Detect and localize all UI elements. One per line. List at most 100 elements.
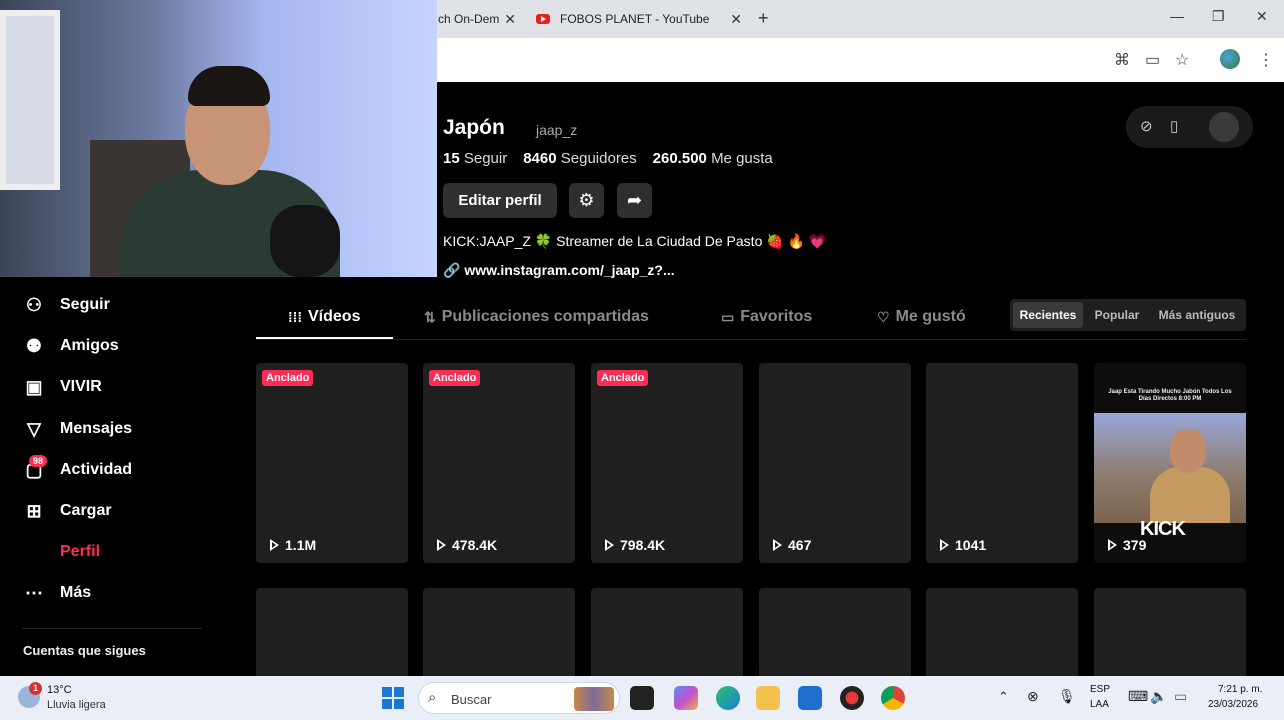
search-placeholder: Buscar <box>451 692 492 707</box>
sidebar-item-amigos[interactable]: ⚉ Amigos <box>22 331 119 361</box>
play-icon <box>940 539 949 551</box>
tabs-divider <box>256 339 1246 340</box>
sidebar-item-mas[interactable]: ⋯ Más <box>22 578 91 608</box>
video-card[interactable] <box>1094 588 1246 678</box>
video-card[interactable]: 467 <box>759 363 911 563</box>
weather-description[interactable]: Lluvia ligera <box>47 699 106 711</box>
share-button[interactable]: ➦ <box>617 183 652 218</box>
address-bar[interactable] <box>437 44 1097 76</box>
windows-taskbar: 1 13°C Lluvia ligera ⌕ Buscar ⌃ ⊗ 🎙 ESP … <box>0 676 1284 720</box>
video-card[interactable]: Jaap Esta Tirando Mucho Jabón Todos Los … <box>1094 363 1246 563</box>
edge-icon[interactable] <box>716 686 740 710</box>
follow-icon: ⚇ <box>25 294 43 315</box>
webcam-person-hair <box>188 66 270 106</box>
tab-label: ch On-Dem <box>438 12 500 26</box>
play-icon <box>437 539 446 551</box>
browser-menu-icon[interactable]: ⋮ <box>1258 50 1274 70</box>
obs-icon[interactable] <box>840 686 864 710</box>
task-view-icon[interactable] <box>630 686 654 710</box>
minimize-button[interactable]: — <box>1170 8 1184 24</box>
keyboard-layout[interactable]: LAA <box>1090 699 1109 710</box>
close-window-button[interactable]: ✕ <box>1256 8 1268 25</box>
sidebar-item-cargar[interactable]: ⊞ Cargar <box>22 496 111 526</box>
file-explorer-icon[interactable] <box>756 686 780 710</box>
sidebar-item-label: Actividad <box>60 461 133 478</box>
thumbnail-person-face <box>1170 429 1206 473</box>
tab-favorites[interactable]: ▭ Favoritos <box>721 308 812 326</box>
copilot-icon[interactable] <box>674 686 698 710</box>
browser-tab-twitch[interactable]: ch On-Dem ✕ <box>438 6 516 32</box>
chrome-icon[interactable] <box>881 686 905 710</box>
user-avatar[interactable] <box>1209 112 1239 142</box>
sidebar-item-label: Amigos <box>60 337 119 354</box>
thumbnail-brand-logo: KICK <box>1140 518 1186 540</box>
video-card[interactable]: Anclado 478.4K <box>423 363 575 563</box>
youtube-icon <box>536 14 550 24</box>
microsoft-store-icon[interactable] <box>798 686 822 710</box>
tab-label: FOBOS PLANET - YouTube <box>560 12 710 26</box>
view-count: 379 <box>1108 537 1146 553</box>
tab-liked[interactable]: ♡ Me gustó <box>877 308 966 326</box>
video-card[interactable]: 1041 <box>926 363 1078 563</box>
bookmark-icon: ▭ <box>721 308 735 325</box>
followers-stat[interactable]: 8460 Seguidores <box>523 150 636 167</box>
battery-icon[interactable]: ▭ <box>1174 688 1187 705</box>
browser-profile-avatar[interactable] <box>1220 49 1240 69</box>
coins-icon[interactable]: ⊘ <box>1140 117 1153 135</box>
sidebar-item-label: Más <box>60 584 92 601</box>
windows-start-icon[interactable] <box>382 687 404 709</box>
microphone-icon[interactable]: 🎙 <box>1058 688 1076 705</box>
close-tab-icon[interactable]: ✕ <box>504 11 516 28</box>
video-card[interactable]: Anclado 1.1M <box>256 363 408 563</box>
cast-icon[interactable]: ▭ <box>1145 50 1160 70</box>
browser-tab-youtube[interactable]: FOBOS PLANET - YouTube ✕ <box>536 6 742 32</box>
webcam-microphone <box>270 205 340 277</box>
search-highlight-image <box>574 687 614 711</box>
bookmark-star-icon[interactable]: ☆ <box>1175 50 1189 70</box>
new-tab-button[interactable]: + <box>758 8 769 29</box>
sort-oldest-button[interactable]: Más antiguos <box>1151 302 1243 328</box>
clock-date[interactable]: 23/03/2026 <box>1208 699 1258 710</box>
device-icon[interactable]: ▯ <box>1170 117 1178 135</box>
messages-icon: ▽ <box>27 418 41 439</box>
pinned-badge: Anclado <box>429 370 481 386</box>
edit-profile-button[interactable]: Editar perfil <box>443 183 557 218</box>
sidebar-item-vivir[interactable]: ▣ VIVIR <box>22 372 101 402</box>
upload-icon: ⊞ <box>26 500 42 521</box>
sidebar-item-perfil[interactable]: Perfil <box>60 543 100 561</box>
input-language[interactable]: ESP <box>1090 684 1110 695</box>
meet-icon[interactable]: ⊗ <box>1027 688 1039 705</box>
friends-icon: ⚉ <box>25 335 43 356</box>
following-stat[interactable]: 15 Seguir <box>443 150 507 167</box>
video-card[interactable] <box>591 588 743 678</box>
view-count: 1041 <box>940 537 986 553</box>
sidebar-item-seguir[interactable]: ⚇ Seguir <box>22 290 110 320</box>
clock-time[interactable]: 7:21 p. m. <box>1218 684 1262 695</box>
webcam-window-background <box>0 10 60 190</box>
sidebar-item-mensajes[interactable]: ▽ Mensajes <box>22 414 132 444</box>
maximize-button[interactable]: ❐ <box>1212 8 1225 25</box>
profile-link[interactable]: 🔗 www.instagram.com/_jaap_z?... <box>443 262 675 279</box>
tab-shared-posts[interactable]: ⇅ Publicaciones compartidas <box>424 308 649 326</box>
repost-icon: ⇅ <box>424 308 436 325</box>
video-card[interactable] <box>423 588 575 678</box>
video-card[interactable]: Anclado 798.4K <box>591 363 743 563</box>
sidebar-item-label: Mensajes <box>60 420 133 437</box>
sort-popular-button[interactable]: Popular <box>1088 302 1146 328</box>
pinned-badge: Anclado <box>262 370 314 386</box>
video-card[interactable] <box>759 588 911 678</box>
view-count: 467 <box>773 537 811 553</box>
tray-overflow-chevron-icon[interactable]: ⌃ <box>998 689 1009 705</box>
temperature[interactable]: 13°C <box>47 684 72 696</box>
translate-icon[interactable]: ⌘ <box>1114 50 1130 70</box>
taskbar-search[interactable]: ⌕ Buscar <box>418 682 620 714</box>
sort-recent-button[interactable]: Recientes <box>1013 302 1083 328</box>
settings-button[interactable]: ⚙ <box>569 183 604 218</box>
network-icon[interactable]: ⌨ <box>1128 688 1148 705</box>
video-card[interactable] <box>256 588 408 678</box>
tab-videos[interactable]: ⁞⁞⁞ Vídeos <box>288 308 360 326</box>
search-icon: ⌕ <box>428 689 437 706</box>
video-card[interactable] <box>926 588 1078 678</box>
volume-icon[interactable]: 🔈 <box>1150 688 1167 705</box>
close-tab-icon[interactable]: ✕ <box>730 11 742 28</box>
